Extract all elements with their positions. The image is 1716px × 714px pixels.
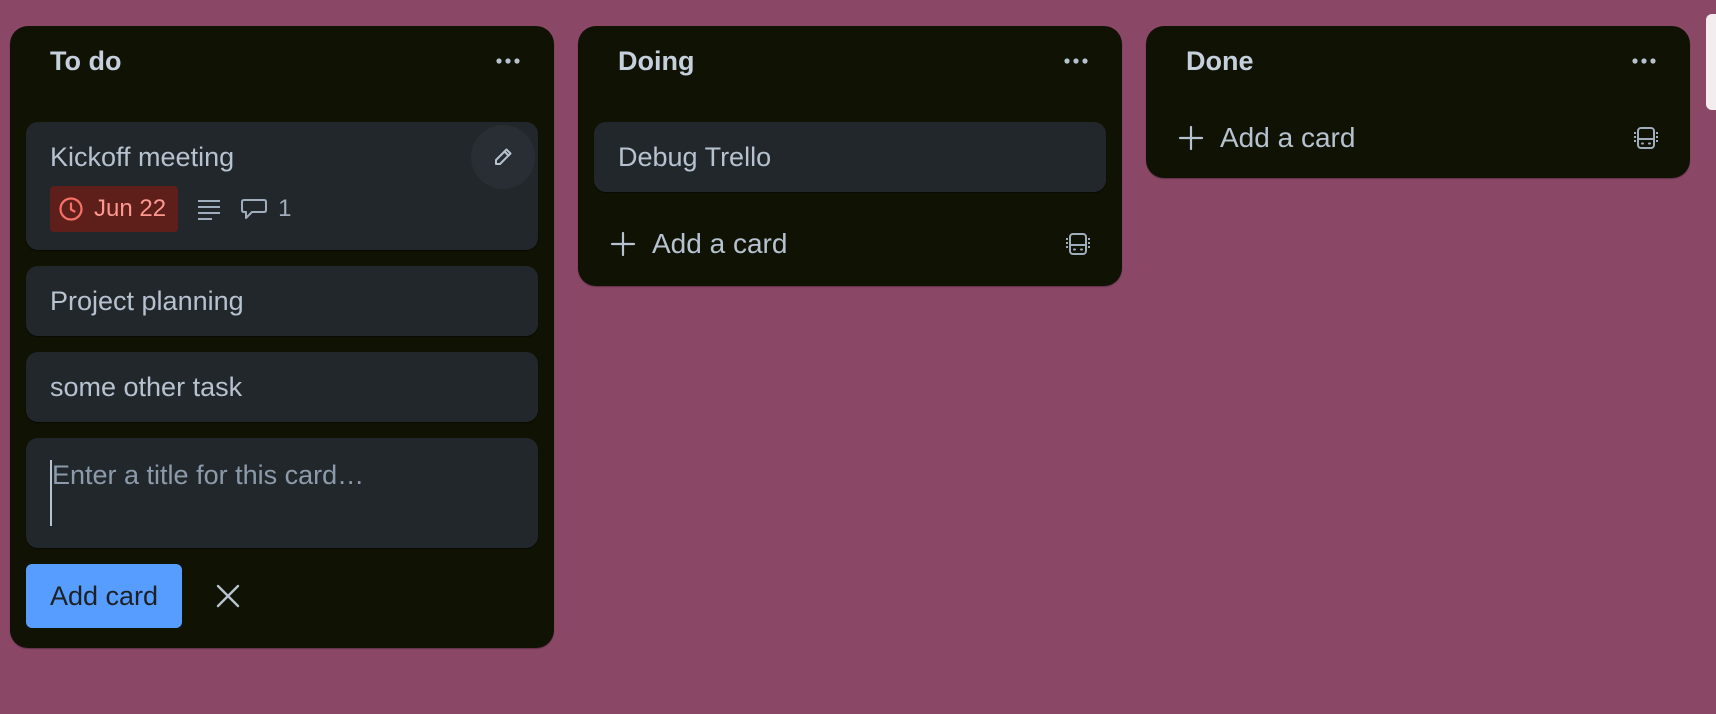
add-a-card-label: Add a card: [652, 228, 788, 259]
add-a-card-label-group: Add a card: [610, 228, 787, 260]
list-to-do: To do Kickoff meeting Jun 22 1 Project p…: [10, 26, 554, 648]
clock-icon: [59, 197, 83, 221]
due-date-badge[interactable]: Jun 22: [50, 186, 179, 232]
list-done: Done Add a card: [1146, 26, 1690, 178]
list-title[interactable]: Doing: [618, 46, 694, 77]
card-title-input[interactable]: [50, 460, 516, 526]
edit-card-button[interactable]: [471, 125, 535, 189]
card-debug-trello[interactable]: Debug Trello: [594, 122, 1106, 192]
add-a-card-label-group: Add a card: [1178, 122, 1355, 154]
create-from-template-button[interactable]: [1058, 224, 1098, 264]
list-header: To do: [26, 0, 538, 96]
card-title: Project planning: [50, 286, 244, 316]
comment-badge: 1: [240, 195, 291, 223]
card-some-other-task[interactable]: some other task: [26, 352, 538, 422]
list-header: Doing: [594, 0, 1106, 96]
close-composer-button[interactable]: [206, 574, 250, 618]
list-header: Done: [1162, 0, 1674, 96]
list-menu-button[interactable]: [1054, 39, 1098, 83]
list-doing: Doing Debug Trello Add a card: [578, 26, 1122, 286]
plus-icon: [610, 231, 636, 257]
list-menu-button[interactable]: [1622, 39, 1666, 83]
description-lines-icon: [196, 198, 222, 220]
more-horizontal-icon: [496, 58, 520, 64]
new-card-composer: [26, 438, 538, 548]
card-title: some other task: [50, 372, 243, 402]
add-a-card-button[interactable]: Add a card: [1162, 102, 1674, 174]
add-a-card-label: Add a card: [1220, 122, 1356, 153]
plus-icon: [1178, 125, 1204, 151]
card-template-icon: [1066, 233, 1090, 255]
more-horizontal-icon: [1632, 58, 1656, 64]
next-list-edge: [1706, 14, 1716, 110]
list-title[interactable]: To do: [50, 46, 121, 77]
card-project-planning[interactable]: Project planning: [26, 266, 538, 336]
more-horizontal-icon: [1064, 58, 1088, 64]
close-icon: [216, 584, 240, 608]
due-date-text: Jun 22: [94, 195, 167, 222]
card-title: Debug Trello: [618, 142, 772, 172]
add-a-card-button[interactable]: Add a card: [594, 208, 1106, 280]
comment-count: 1: [278, 195, 292, 222]
card-template-icon: [1634, 127, 1658, 149]
card-title: Kickoff meeting: [50, 142, 235, 172]
list-title[interactable]: Done: [1186, 46, 1254, 77]
list-menu-button[interactable]: [486, 39, 530, 83]
card-badges: Jun 22 1: [50, 186, 514, 232]
composer-actions: Add card: [26, 564, 538, 628]
add-card-button[interactable]: Add card: [26, 564, 183, 628]
card-kickoff-meeting[interactable]: Kickoff meeting Jun 22 1: [26, 122, 538, 250]
pencil-icon: [495, 148, 512, 165]
board: To do Kickoff meeting Jun 22 1 Project p…: [10, 26, 1690, 648]
comment-bubble-icon: [241, 199, 268, 219]
create-from-template-button[interactable]: [1626, 118, 1666, 158]
